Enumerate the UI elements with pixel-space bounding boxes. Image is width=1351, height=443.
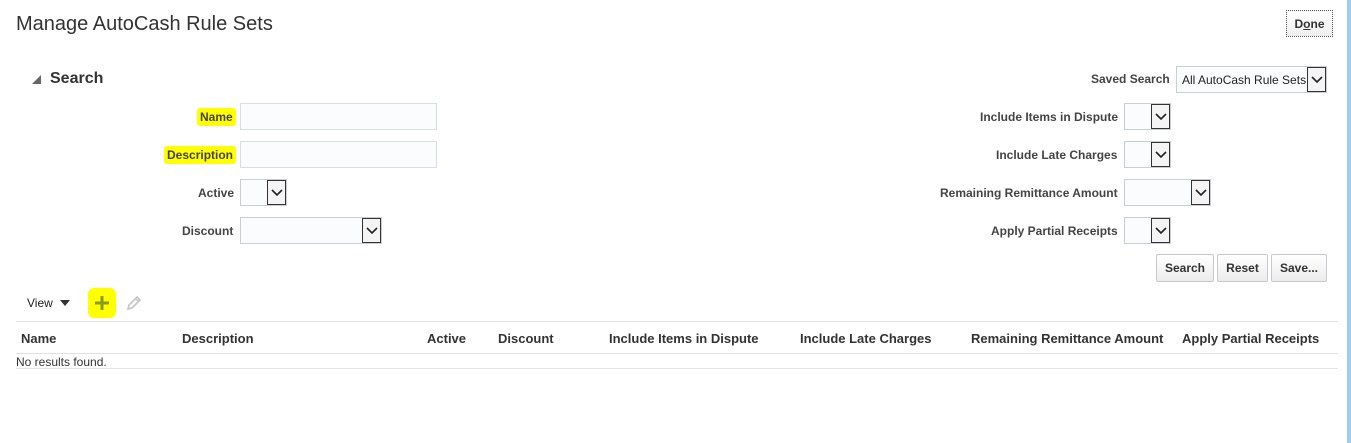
- discount-label: Discount: [182, 224, 234, 238]
- saved-search-select[interactable]: All AutoCash Rule Sets: [1176, 66, 1327, 93]
- pencil-icon[interactable]: [125, 294, 143, 312]
- done-label-accesskey: o: [1303, 16, 1311, 31]
- include-dispute-label: Include Items in Dispute: [980, 110, 1119, 124]
- done-button[interactable]: Do ne: [1286, 10, 1333, 37]
- window-edge: [1347, 0, 1351, 443]
- search-section-toggle[interactable]: Search: [32, 70, 103, 88]
- name-label: Name: [197, 108, 236, 126]
- view-menu[interactable]: View: [27, 296, 70, 310]
- chevron-down-icon: [1191, 180, 1210, 205]
- chevron-down-icon: [267, 180, 286, 205]
- empty-results-message: No results found.: [16, 355, 107, 369]
- description-label: Description: [164, 146, 237, 164]
- chevron-down-icon: [1307, 67, 1326, 92]
- save-search-button[interactable]: Save...: [1271, 254, 1327, 282]
- name-input[interactable]: [240, 103, 437, 130]
- column-header-remaining-remittance[interactable]: Remaining Remittance Amount: [971, 331, 1163, 346]
- remaining-remittance-select[interactable]: [1124, 179, 1211, 206]
- table-body: No results found.: [16, 354, 1338, 369]
- description-input[interactable]: [240, 141, 437, 168]
- saved-search-value: All AutoCash Rule Sets: [1182, 72, 1307, 87]
- include-dispute-select[interactable]: [1124, 103, 1171, 130]
- done-label-part: ne: [1310, 16, 1325, 31]
- remaining-remittance-label: Remaining Remittance Amount: [940, 186, 1118, 200]
- column-header-active[interactable]: Active: [427, 331, 466, 346]
- active-label: Active: [198, 186, 235, 200]
- chevron-down-icon: [1151, 218, 1170, 243]
- column-header-name[interactable]: Name: [21, 331, 56, 346]
- table-header: Name Description Active Discount Include…: [16, 321, 1338, 354]
- caret-down-icon: [59, 300, 70, 306]
- chevron-down-icon: [1151, 104, 1170, 129]
- plus-icon[interactable]: [88, 288, 116, 318]
- active-select[interactable]: [240, 179, 287, 206]
- search-section-title: Search: [50, 70, 104, 87]
- column-header-include-dispute[interactable]: Include Items in Dispute: [609, 331, 759, 346]
- chevron-down-icon: [1151, 142, 1170, 167]
- search-button[interactable]: Search: [1156, 254, 1214, 282]
- view-menu-label: View: [27, 296, 53, 310]
- column-header-discount[interactable]: Discount: [498, 331, 554, 346]
- apply-partial-label: Apply Partial Receipts: [991, 224, 1118, 238]
- column-header-apply-partial[interactable]: Apply Partial Receipts: [1182, 331, 1319, 346]
- chevron-down-icon: [362, 218, 381, 243]
- discount-select[interactable]: [240, 217, 382, 244]
- collapse-triangle-icon: [32, 74, 41, 84]
- results-table: Name Description Active Discount Include…: [16, 321, 1338, 369]
- column-header-include-late[interactable]: Include Late Charges: [800, 331, 931, 346]
- saved-search-label: Saved Search: [1091, 72, 1170, 86]
- reset-button[interactable]: Reset: [1217, 254, 1268, 282]
- page-title: Manage AutoCash Rule Sets: [16, 13, 273, 35]
- include-late-select[interactable]: [1124, 141, 1171, 168]
- column-header-description[interactable]: Description: [182, 331, 254, 346]
- done-label-part: D: [1294, 16, 1304, 31]
- include-late-label: Include Late Charges: [996, 148, 1118, 162]
- apply-partial-select[interactable]: [1124, 217, 1171, 244]
